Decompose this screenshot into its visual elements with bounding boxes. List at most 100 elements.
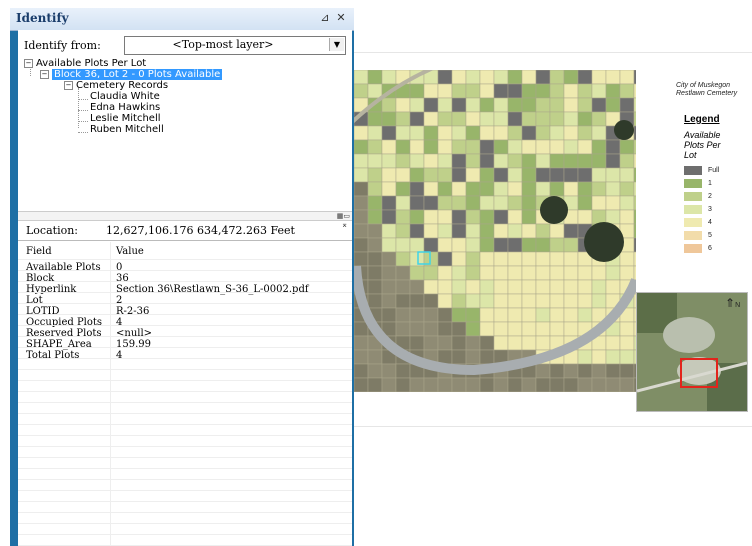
plot-cell	[381, 125, 397, 141]
tree-leaf-node[interactable]: Ruben Mitchell	[90, 124, 164, 135]
close-icon[interactable]: ✕	[334, 11, 348, 25]
cemetery-map[interactable]	[354, 70, 636, 392]
plot-cell	[535, 83, 551, 99]
plot-cell	[409, 167, 425, 183]
plot-cell	[493, 279, 509, 295]
plot-cell	[395, 265, 411, 281]
table-row[interactable]: LOTID R-2-36	[18, 306, 352, 317]
plot-cell	[563, 307, 579, 323]
identify-titlebar[interactable]: Identify ⊿ ✕	[10, 8, 354, 31]
plot-cell	[619, 321, 635, 337]
plot-cell	[577, 195, 593, 211]
plot-cell	[465, 97, 481, 113]
plot-cell	[521, 111, 537, 127]
tree-connector	[78, 99, 88, 100]
tree-selected-node[interactable]: − Block 36, Lot 2 - 0 Plots Available	[40, 69, 223, 80]
grid-row-line	[18, 490, 352, 491]
plot-cell	[381, 265, 397, 281]
table-row[interactable]: Available Plots 0	[18, 262, 352, 273]
plot-cell	[367, 70, 383, 85]
plot-cell	[633, 195, 636, 211]
plot-cell	[395, 293, 411, 309]
grid-row-line	[18, 391, 352, 392]
plot-cell	[367, 279, 383, 295]
plot-cell	[507, 97, 523, 113]
plot-cell	[493, 167, 509, 183]
plot-cell	[437, 251, 453, 267]
plot-cell	[563, 321, 579, 337]
legend-swatch	[684, 218, 702, 227]
results-tree[interactable]: − Available Plots Per Lot − Block 36, Lot …	[22, 58, 348, 213]
plot-cell	[367, 209, 383, 225]
tree-group-node[interactable]: − Cemetery Records	[64, 80, 168, 91]
expand-icon[interactable]: ⌅	[341, 220, 348, 229]
plot-cell	[465, 181, 481, 197]
plot-cell	[381, 377, 397, 392]
table-row[interactable]: Occupied Plots 4	[18, 317, 352, 328]
plot-cell	[549, 237, 565, 253]
tree-leaf-node[interactable]: Claudia White	[90, 91, 160, 102]
plot-cell	[619, 209, 635, 225]
identify-window[interactable]: Identify ⊿ ✕ Identify from: <Top-most la…	[10, 8, 354, 546]
tree-root-node[interactable]: − Available Plots Per Lot	[24, 58, 146, 69]
table-row[interactable]: Hyperlink Section 36\Restlawn_S-36_L-000…	[18, 284, 352, 295]
plot-cell	[549, 251, 565, 267]
plot-cell	[437, 111, 453, 127]
map-canvas	[354, 70, 636, 392]
plot-cell	[437, 167, 453, 183]
plot-cell	[465, 125, 481, 141]
plot-cell	[367, 195, 383, 211]
table-row[interactable]: Lot 2	[18, 295, 352, 306]
plot-cell	[437, 321, 453, 337]
plot-cell	[633, 167, 636, 183]
legend-swatch	[684, 166, 702, 175]
plot-cell	[423, 237, 439, 253]
plot-cell	[354, 167, 369, 183]
plot-cell	[605, 209, 621, 225]
identify-from-label: Identify from:	[24, 39, 101, 52]
plot-cell	[549, 321, 565, 337]
plot-cell	[381, 181, 397, 197]
plot-cell	[549, 153, 565, 169]
plot-cell	[507, 251, 523, 267]
tree-leaf-node[interactable]: Edna Hawkins	[90, 102, 160, 113]
plot-cell	[563, 237, 579, 253]
plot-cell	[591, 153, 607, 169]
plot-cell	[479, 251, 495, 267]
plot-cell	[591, 293, 607, 309]
value-column-header[interactable]: Value	[116, 246, 144, 257]
plot-cell	[563, 363, 579, 379]
plot-cell	[395, 97, 411, 113]
attribute-grid[interactable]: Field Value Available Plots 0 Block 36 H…	[18, 242, 352, 546]
table-row[interactable]: Block 36	[18, 273, 352, 284]
collapse-icon[interactable]: −	[24, 58, 33, 68]
plot-cell	[493, 377, 509, 392]
plot-cell	[577, 307, 593, 323]
pin-icon[interactable]: ⊿	[318, 11, 332, 25]
plot-cell	[437, 349, 453, 365]
chevron-down-icon[interactable]: ▼	[329, 38, 344, 51]
hyperlink-value[interactable]: Section 36\Restlawn_S-36_L-0002.pdf	[116, 284, 309, 295]
identify-from-dropdown[interactable]: <Top-most layer> ▼	[124, 36, 346, 55]
tree-leaf-node[interactable]: Leslie Mitchell	[90, 113, 161, 124]
plot-cell	[521, 125, 537, 141]
plot-cell	[354, 349, 369, 365]
plot-cell	[577, 111, 593, 127]
layout-toggle-icon[interactable]: ▦▭	[337, 212, 350, 220]
plot-cell	[521, 307, 537, 323]
table-row[interactable]: SHAPE_Area 159.99	[18, 339, 352, 350]
plot-cell	[367, 139, 383, 155]
field-column-header[interactable]: Field	[26, 246, 52, 257]
table-row[interactable]: Reserved Plots <null>	[18, 328, 352, 339]
plot-cell	[381, 111, 397, 127]
plot-cell	[577, 209, 593, 225]
plot-cell	[521, 335, 537, 351]
plot-cell	[535, 335, 551, 351]
plot-cell	[381, 97, 397, 113]
table-row[interactable]: Total Plots 4	[18, 350, 352, 361]
collapse-icon[interactable]: −	[40, 69, 49, 79]
plot-cell	[507, 111, 523, 127]
plot-cell	[354, 195, 369, 211]
collapse-icon[interactable]: −	[64, 80, 73, 90]
plot-cell	[395, 209, 411, 225]
